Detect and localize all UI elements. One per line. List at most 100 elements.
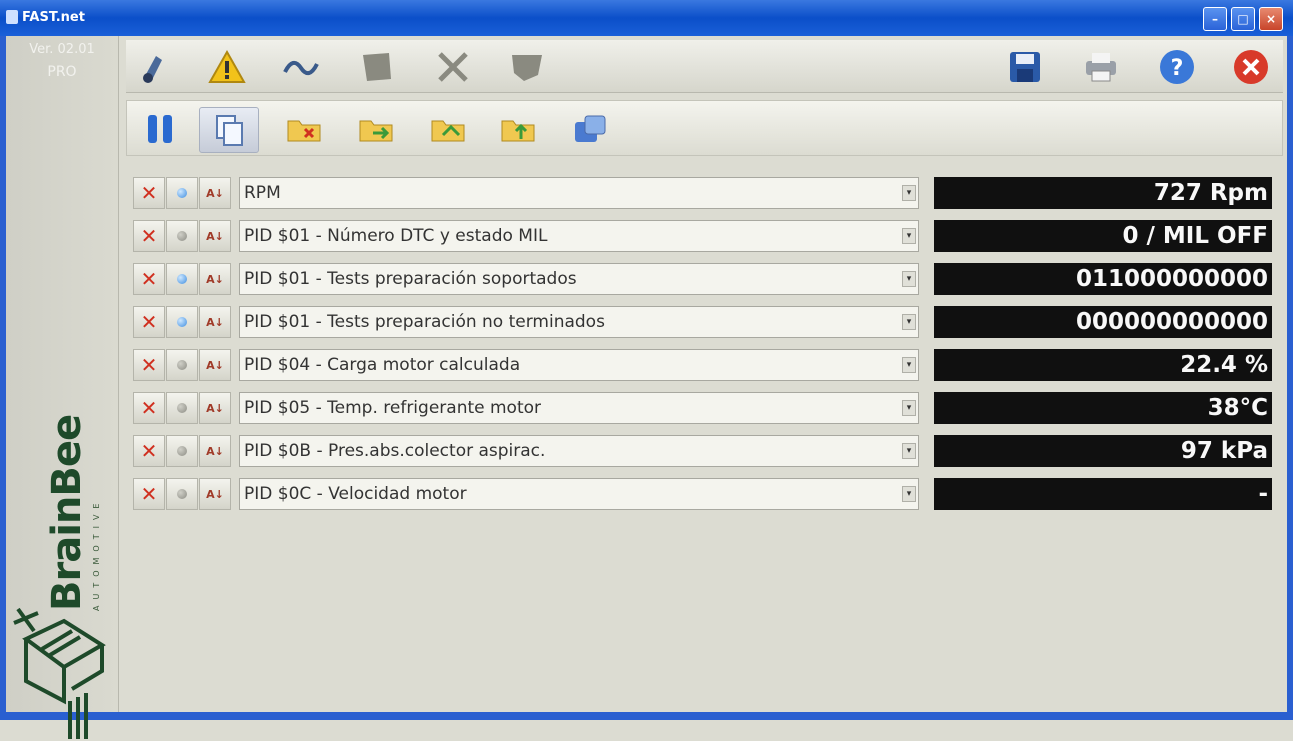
folder-open-button[interactable] bbox=[419, 107, 477, 151]
signal-button[interactable] bbox=[282, 46, 324, 88]
chevron-down-icon[interactable]: ▾ bbox=[902, 486, 916, 502]
pid-label: PID $05 - Temp. refrigerante motor bbox=[244, 398, 542, 418]
indicator-button[interactable] bbox=[166, 306, 198, 338]
delete-row-button[interactable]: ✕ bbox=[133, 392, 165, 424]
pid-label: PID $01 - Tests preparación no terminado… bbox=[244, 312, 605, 332]
pid-value-display: 97 kPa bbox=[934, 435, 1272, 467]
sort-az-button[interactable]: A↓ bbox=[199, 392, 231, 424]
module-button[interactable] bbox=[356, 46, 398, 88]
pause-icon bbox=[148, 115, 172, 143]
tools-icon bbox=[438, 52, 468, 82]
chevron-down-icon[interactable]: ▾ bbox=[902, 443, 916, 459]
chevron-down-icon[interactable]: ▾ bbox=[902, 400, 916, 416]
copy-icon bbox=[216, 115, 243, 146]
chevron-down-icon[interactable]: ▾ bbox=[902, 357, 916, 373]
bee-logo-icon bbox=[13, 607, 106, 739]
pid-select[interactable]: PID $05 - Temp. refrigerante motor ▾ bbox=[239, 392, 919, 424]
delete-row-button[interactable]: ✕ bbox=[133, 177, 165, 209]
status-dot-icon bbox=[177, 188, 187, 198]
sort-az-button[interactable]: A↓ bbox=[199, 306, 231, 338]
pid-select[interactable]: PID $01 - Tests preparación no terminado… bbox=[239, 306, 919, 338]
status-dot-icon bbox=[177, 317, 187, 327]
tools-button[interactable] bbox=[432, 46, 474, 88]
sort-az-icon: A↓ bbox=[206, 444, 224, 458]
status-dot-icon bbox=[177, 231, 187, 241]
warning-button[interactable] bbox=[206, 46, 248, 88]
window-close-button[interactable]: × bbox=[1259, 7, 1283, 31]
close-app-button[interactable] bbox=[1230, 46, 1272, 88]
plug-button[interactable] bbox=[506, 46, 548, 88]
indicator-button[interactable] bbox=[166, 349, 198, 381]
chevron-down-icon[interactable]: ▾ bbox=[902, 314, 916, 330]
pid-select[interactable]: PID $04 - Carga motor calculada ▾ bbox=[239, 349, 919, 381]
delete-x-icon: ✕ bbox=[140, 267, 158, 291]
save-button[interactable] bbox=[1004, 46, 1046, 88]
delete-row-button[interactable]: ✕ bbox=[133, 435, 165, 467]
pid-label: PID $01 - Número DTC y estado MIL bbox=[244, 226, 548, 246]
minimize-button[interactable]: – bbox=[1203, 7, 1227, 31]
delete-row-button[interactable]: ✕ bbox=[133, 306, 165, 338]
status-dot-icon bbox=[177, 274, 187, 284]
copy-button[interactable] bbox=[199, 107, 259, 153]
delete-row-button[interactable]: ✕ bbox=[133, 349, 165, 381]
plug-icon bbox=[512, 55, 542, 81]
warning-icon bbox=[208, 49, 246, 83]
indicator-button[interactable] bbox=[166, 220, 198, 252]
sort-az-button[interactable]: A↓ bbox=[199, 478, 231, 510]
save-icon bbox=[1010, 52, 1040, 82]
pid-value-display: - bbox=[934, 478, 1272, 510]
delete-x-icon: ✕ bbox=[140, 353, 158, 377]
pid-select[interactable]: RPM ▾ bbox=[239, 177, 919, 209]
vehicle-diag-icon bbox=[143, 56, 162, 83]
pid-row: ✕ A↓ PID $0C - Velocidad motor ▾ - bbox=[133, 478, 1273, 510]
pid-row: ✕ A↓ PID $04 - Carga motor calculada ▾ 22.4 … bbox=[133, 349, 1273, 381]
maximize-button[interactable]: □ bbox=[1231, 7, 1255, 31]
delete-row-button[interactable]: ✕ bbox=[133, 263, 165, 295]
pid-select[interactable]: PID $01 - Número DTC y estado MIL ▾ bbox=[239, 220, 919, 252]
status-dot-icon bbox=[177, 360, 187, 370]
chevron-down-icon[interactable]: ▾ bbox=[902, 271, 916, 287]
edition-label: PRO bbox=[47, 64, 77, 80]
sort-az-icon: A↓ bbox=[206, 186, 224, 200]
vehicle-diag-button[interactable] bbox=[134, 46, 176, 88]
graph-button[interactable] bbox=[561, 107, 619, 151]
indicator-button[interactable] bbox=[166, 478, 198, 510]
chevron-down-icon[interactable]: ▾ bbox=[902, 228, 916, 244]
delete-row-button[interactable]: ✕ bbox=[133, 220, 165, 252]
pid-select[interactable]: PID $0C - Velocidad motor ▾ bbox=[239, 478, 919, 510]
sort-az-button[interactable]: A↓ bbox=[199, 177, 231, 209]
indicator-button[interactable] bbox=[166, 177, 198, 209]
pid-value-display: 22.4 % bbox=[934, 349, 1272, 381]
title-bar: FAST.net – □ × bbox=[0, 0, 1293, 36]
pid-select[interactable]: PID $0B - Pres.abs.colector aspirac. ▾ bbox=[239, 435, 919, 467]
sort-az-button[interactable]: A↓ bbox=[199, 349, 231, 381]
sort-az-button[interactable]: A↓ bbox=[199, 220, 231, 252]
help-button[interactable]: ? bbox=[1156, 46, 1198, 88]
indicator-button[interactable] bbox=[166, 392, 198, 424]
print-button[interactable] bbox=[1080, 46, 1122, 88]
pid-row: ✕ A↓ PID $01 - Tests preparación soportado… bbox=[133, 263, 1273, 295]
sort-az-button[interactable]: A↓ bbox=[199, 263, 231, 295]
indicator-button[interactable] bbox=[166, 263, 198, 295]
pid-value-display: 727 Rpm bbox=[934, 177, 1272, 209]
folder-forward-button[interactable] bbox=[347, 107, 405, 151]
delete-x-icon: ✕ bbox=[140, 181, 158, 205]
pause-button[interactable] bbox=[131, 107, 189, 151]
graph-icon bbox=[575, 115, 606, 142]
pid-value-display: 000000000000 bbox=[934, 306, 1272, 338]
folder-up-button[interactable] bbox=[489, 107, 547, 151]
status-dot-icon bbox=[177, 489, 187, 499]
delete-x-icon: ✕ bbox=[140, 310, 158, 334]
chevron-down-icon[interactable]: ▾ bbox=[902, 185, 916, 201]
folder-remove-button[interactable] bbox=[275, 107, 333, 151]
pid-select[interactable]: PID $01 - Tests preparación soportados ▾ bbox=[239, 263, 919, 295]
pid-label: PID $01 - Tests preparación soportados bbox=[244, 269, 577, 289]
app-icon bbox=[6, 10, 18, 24]
indicator-button[interactable] bbox=[166, 435, 198, 467]
brand-subtitle: AUTOMOTIVE bbox=[92, 497, 101, 611]
delete-x-icon: ✕ bbox=[140, 224, 158, 248]
delete-row-button[interactable]: ✕ bbox=[133, 478, 165, 510]
secondary-toolbar bbox=[126, 100, 1283, 156]
help-icon: ? bbox=[1160, 50, 1194, 84]
sort-az-button[interactable]: A↓ bbox=[199, 435, 231, 467]
